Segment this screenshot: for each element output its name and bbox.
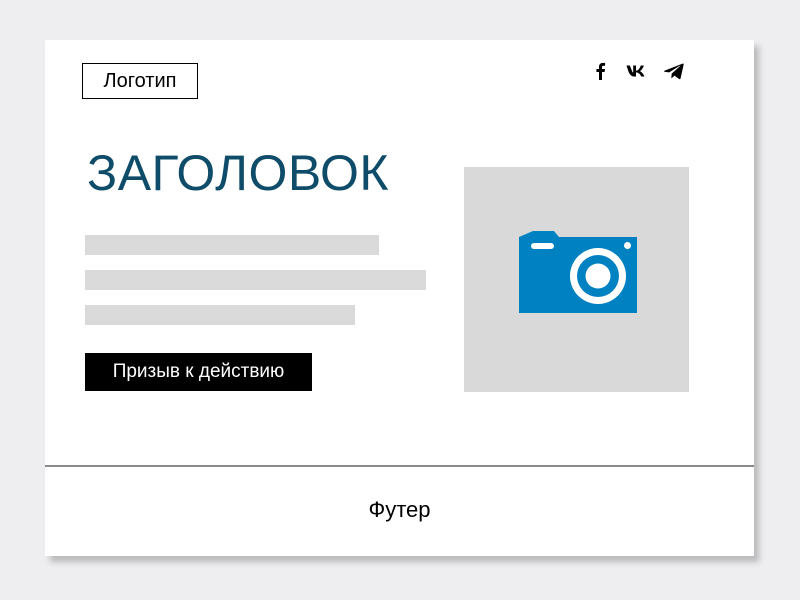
- logo-label: Логотип: [103, 69, 177, 92]
- call-to-action-button[interactable]: Призыв к действию: [85, 353, 312, 391]
- social-links: [589, 60, 685, 82]
- telegram-icon[interactable]: [663, 60, 685, 82]
- logo[interactable]: Логотип: [82, 63, 198, 99]
- image-placeholder: [464, 167, 689, 392]
- vk-icon[interactable]: [626, 60, 648, 82]
- landing-page-mockup: Логотип ЗАГОЛОВОК Призыв к действию Футе…: [45, 40, 754, 556]
- page-title: ЗАГОЛОВОК: [87, 145, 390, 201]
- text-placeholder-line: [85, 305, 355, 325]
- footer: Футер: [45, 465, 754, 556]
- camera-icon: [519, 231, 637, 313]
- footer-label: Футер: [368, 496, 431, 522]
- facebook-icon[interactable]: [589, 60, 611, 82]
- text-placeholder-line: [85, 270, 426, 290]
- text-placeholder-line: [85, 235, 379, 255]
